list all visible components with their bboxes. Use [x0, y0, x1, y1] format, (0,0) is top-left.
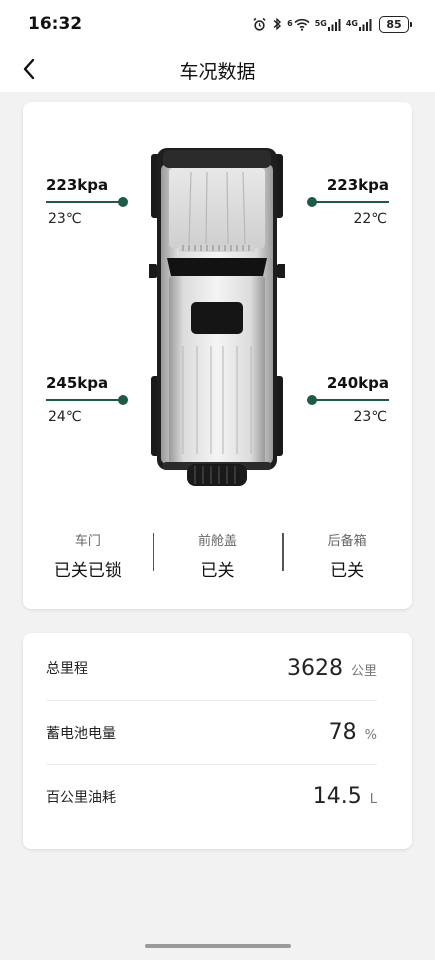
tire-indicator [46, 395, 128, 405]
battery-level: 85 [386, 17, 402, 31]
tire-front-left: 223kpa 23℃ [46, 176, 128, 227]
tire-pressure: 223kpa [326, 176, 389, 194]
tire-pressure: 223kpa [46, 176, 109, 194]
tire-temperature: 23℃ [353, 409, 387, 425]
tire-indicator [307, 395, 389, 405]
tire-temperature: 24℃ [48, 409, 82, 425]
home-indicator[interactable] [145, 944, 291, 948]
door-status-value: 已关已锁 [53, 561, 122, 581]
tire-temperature: 22℃ [353, 211, 387, 227]
signal-5g-icon: 5G [315, 18, 341, 31]
door-status-value: 已关 [200, 561, 235, 581]
tire-indicator [307, 197, 389, 207]
door-status-hood: 前舱盖 已关 [152, 530, 283, 581]
stat-number: 14.5 [312, 784, 362, 809]
wifi-generation-label: 6 [287, 19, 293, 28]
status-icons: 6 5G 4G 85 [252, 14, 412, 34]
network-label-1: 5G [314, 19, 327, 28]
network-label-2: 4G [345, 19, 358, 28]
stat-unit: L [369, 792, 377, 807]
tire-pressure: 240kpa [326, 374, 389, 392]
wifi-icon: 6 [287, 18, 310, 31]
stat-row-battery: 蓄电池电量 78 % [46, 700, 377, 764]
door-status-row: 车门 已关已锁 前舱盖 已关 后备箱 已关 [23, 530, 412, 581]
tire-temperature: 23℃ [48, 211, 82, 227]
tire-indicator [46, 197, 128, 207]
stat-row-fuel-consumption: 百公里油耗 14.5 L [46, 764, 377, 828]
door-status-label: 车门 [74, 534, 101, 549]
stat-value: 3628 公里 [287, 656, 377, 681]
battery-icon: 85 [379, 15, 412, 33]
status-time: 16:32 [28, 14, 83, 34]
vehicle-stats-card: 总里程 3628 公里 蓄电池电量 78 % 百公里油耗 14.5 L [23, 633, 412, 849]
tire-rear-right: 240kpa 23℃ [307, 374, 389, 425]
stat-label: 蓄电池电量 [46, 725, 116, 742]
door-status-doors: 车门 已关已锁 [23, 530, 153, 581]
stat-label: 总里程 [46, 661, 88, 677]
bluetooth-icon [272, 17, 282, 31]
stat-unit: % [364, 728, 377, 743]
door-status-value: 已关 [330, 561, 365, 581]
door-status-trunk: 后备箱 已关 [282, 530, 412, 581]
signal-4g-icon: 4G [346, 18, 372, 31]
car-top-view-image [149, 148, 285, 486]
door-status-label: 后备箱 [327, 534, 367, 549]
stat-number: 78 [328, 720, 357, 745]
stat-value: 14.5 L [313, 784, 377, 809]
stat-label: 百公里油耗 [46, 789, 116, 806]
alarm-clock-icon [252, 17, 267, 32]
app-header: 车况数据 [0, 46, 435, 92]
tire-front-right: 223kpa 22℃ [307, 176, 389, 227]
page-title: 车况数据 [179, 61, 256, 83]
stat-unit: 公里 [350, 663, 377, 679]
stat-value: 78 % [329, 720, 377, 745]
stat-number: 3628 [286, 655, 343, 681]
tire-rear-left: 245kpa 24℃ [46, 374, 128, 425]
door-status-label: 前舱盖 [198, 534, 238, 549]
stat-row-mileage: 总里程 3628 公里 [46, 636, 377, 700]
status-bar: 16:32 6 5G 4G 85 [0, 0, 435, 46]
tire-pressure: 245kpa [46, 374, 109, 392]
vehicle-status-card: 223kpa 23℃ 223kpa 22℃ 245kpa 24℃ 240kpa … [23, 102, 412, 609]
